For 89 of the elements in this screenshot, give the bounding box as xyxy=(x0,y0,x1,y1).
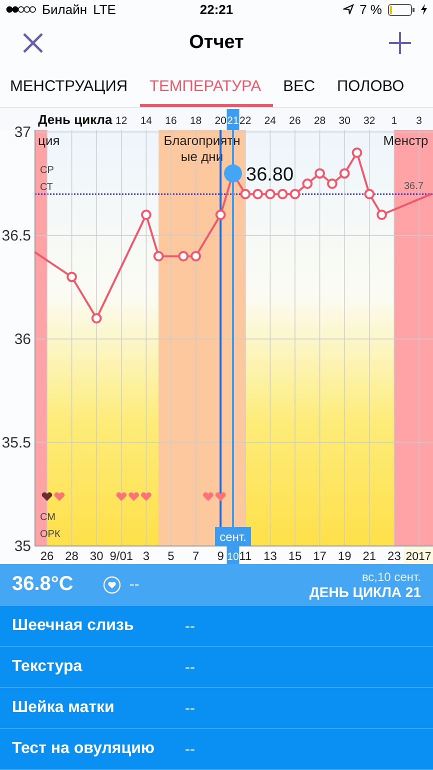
date-label: 17 xyxy=(313,548,326,563)
date-label: 9/01 xyxy=(110,548,134,563)
add-button[interactable] xyxy=(387,30,413,56)
reference-label: 36.7 xyxy=(404,181,424,192)
axis-title: День цикла xyxy=(38,112,112,127)
cycle-day-label: 22 xyxy=(240,114,252,127)
detail-value: -- xyxy=(185,740,195,758)
battery-icon xyxy=(388,4,415,16)
selected-date: 10 xyxy=(226,546,240,564)
data-point xyxy=(153,250,164,262)
cycle-day-label: 28 xyxy=(314,114,326,127)
detail-label: Шейка матки xyxy=(12,699,116,717)
network-type: LTE xyxy=(93,2,116,18)
cycle-day-label: 20 xyxy=(214,114,226,127)
mood-icon[interactable] xyxy=(103,576,122,594)
chart-side-label: СТ xyxy=(40,182,53,193)
detail-value: -- xyxy=(185,700,195,716)
cycle-day-label: 16 xyxy=(165,114,177,127)
date-label: 9 xyxy=(217,548,224,563)
date-label: 13 xyxy=(264,548,277,563)
chart-side-label: СР xyxy=(40,164,54,176)
tab[interactable]: МЕНСТРУАЦИЯ xyxy=(0,66,140,107)
data-point xyxy=(364,188,375,200)
mood-value: -- xyxy=(129,576,140,594)
cycle-day-label: 12 xyxy=(116,114,128,127)
detail-value: -- xyxy=(185,658,195,676)
carrier-name: Билайн xyxy=(42,2,88,18)
battery-percent: 7 % xyxy=(360,2,382,18)
phase-label: Менстр xyxy=(383,132,428,148)
detail-label: Тест на овуляцию xyxy=(12,740,156,758)
cycle-day-label: 30 xyxy=(338,114,350,127)
phase-label: ция xyxy=(38,132,60,148)
date-label: 21 xyxy=(362,548,376,563)
cycle-day-label: 1 xyxy=(391,114,398,127)
date-label: 5 xyxy=(168,548,174,563)
cycle-day-label: 3 xyxy=(416,114,422,127)
data-point xyxy=(66,272,77,282)
month-tag: сент. xyxy=(215,526,251,546)
data-point xyxy=(252,188,263,200)
data-point xyxy=(178,250,189,262)
date-label: 7 xyxy=(192,548,200,563)
date-label: 19 xyxy=(338,548,352,563)
data-point xyxy=(190,250,201,262)
data-point xyxy=(352,147,362,158)
date-label: 11 xyxy=(239,548,252,563)
cycle-day: ДЕНЬ ЦИКЛА 21 xyxy=(309,584,421,600)
cycle-day-label: 26 xyxy=(289,114,301,127)
tab[interactable]: ПОЛОВО xyxy=(327,66,416,107)
data-point xyxy=(290,188,300,200)
location-icon xyxy=(342,4,354,16)
x-tick-label: 10 xyxy=(227,550,239,563)
data-point xyxy=(265,188,276,200)
detail-label: Шеечная слизь xyxy=(12,617,135,635)
data-point xyxy=(277,188,288,200)
year-label: 2017 xyxy=(404,546,433,564)
axis-label: 36.5 xyxy=(2,227,31,244)
axis-label: 35.5 xyxy=(2,434,31,452)
data-point xyxy=(314,168,325,179)
date-label: 30 xyxy=(90,548,104,563)
selected-reading: 36.80 xyxy=(246,164,294,186)
data-point xyxy=(327,178,338,189)
cycle-day-label: 14 xyxy=(140,114,152,127)
cycle-day-label: 24 xyxy=(264,114,276,127)
signal-icon xyxy=(6,6,36,14)
date-label: 3 xyxy=(142,548,150,563)
detail-value: -- xyxy=(185,618,195,634)
axis-label: 37 xyxy=(14,124,31,141)
data-point xyxy=(91,313,102,324)
tab[interactable]: ВЕС xyxy=(273,66,328,107)
axis-label: 36 xyxy=(14,330,31,348)
data-point xyxy=(141,210,152,220)
data-point xyxy=(376,210,387,220)
axis-label: 35 xyxy=(14,538,31,555)
temperature-value: 36.8°C xyxy=(12,573,74,596)
date-label: 26 xyxy=(40,548,54,563)
date-label: 15 xyxy=(288,548,302,563)
data-point xyxy=(339,168,350,179)
data-point xyxy=(215,210,226,220)
screen-title: Отчет xyxy=(189,32,244,54)
cycle-day-label: 18 xyxy=(190,114,202,127)
status-time: 22:21 xyxy=(200,2,234,18)
data-point xyxy=(302,178,313,189)
detail-label: Текстура xyxy=(12,658,84,676)
selected-date: вс,10 сент. xyxy=(362,570,421,584)
date-label: 28 xyxy=(65,548,78,563)
charging-icon xyxy=(421,4,427,16)
date-label: 23 xyxy=(388,548,401,563)
data-point xyxy=(240,188,251,200)
cycle-day-label: 32 xyxy=(364,114,376,127)
